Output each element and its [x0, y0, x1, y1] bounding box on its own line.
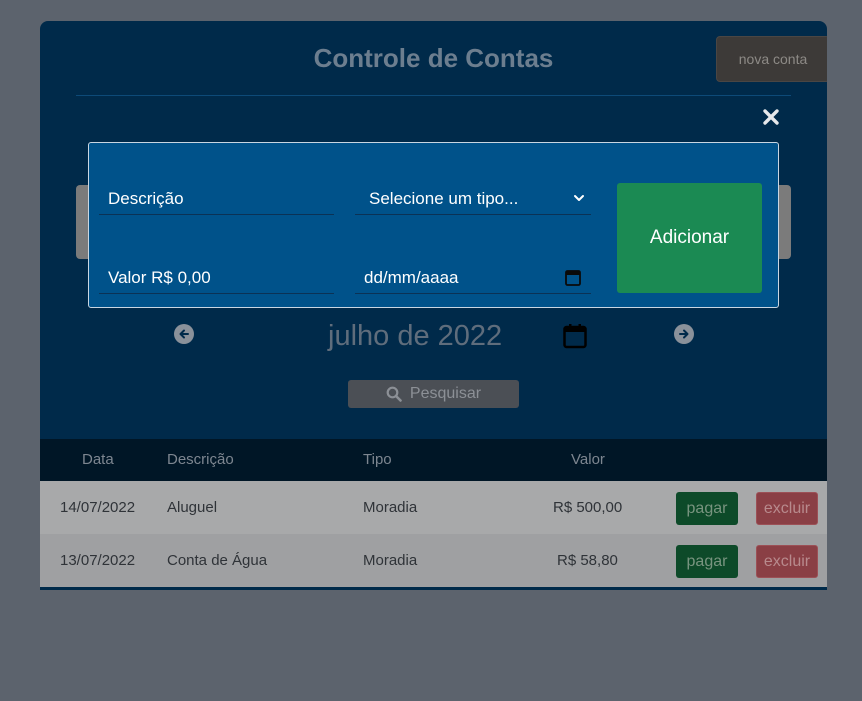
- arrow-right-icon[interactable]: [674, 324, 694, 344]
- date-input[interactable]: dd/mm/aaaa: [355, 262, 591, 294]
- row-date: 14/07/2022: [60, 499, 136, 516]
- type-select-value: Selecione um tipo...: [369, 188, 519, 208]
- calendar-icon[interactable]: [565, 268, 581, 286]
- table-header: Data Descrição Tipo Valor: [40, 439, 827, 481]
- current-month: julho de 2022: [328, 320, 503, 352]
- row-type: Moradia: [363, 552, 418, 569]
- column-value: Valor: [571, 451, 605, 468]
- delete-button[interactable]: excluir: [756, 492, 818, 525]
- table-row: 13/07/2022 Conta de Água Moradia R$ 58,8…: [40, 534, 827, 587]
- page-title: Controle de Contas: [313, 43, 554, 73]
- header: Controle de Contas nova conta: [76, 21, 827, 96]
- type-select[interactable]: Selecione um tipo...: [355, 183, 591, 215]
- column-type: Tipo: [363, 451, 392, 468]
- description-input[interactable]: Descrição: [99, 183, 334, 215]
- date-placeholder: dd/mm/aaaa: [364, 267, 459, 287]
- add-button[interactable]: Adicionar: [617, 183, 762, 293]
- search-label: Pesquisar: [409, 385, 482, 402]
- pay-button[interactable]: pagar: [676, 492, 738, 525]
- pay-button[interactable]: pagar: [676, 545, 738, 578]
- close-icon[interactable]: [761, 107, 781, 127]
- row-type: Moradia: [363, 499, 418, 516]
- row-description: Aluguel: [167, 499, 218, 516]
- search-icon: [386, 386, 402, 402]
- arrow-left-icon[interactable]: [174, 324, 194, 344]
- month-navigation: julho de 2022: [40, 317, 827, 357]
- value-input[interactable]: Valor R$ 0,00: [99, 262, 334, 294]
- table-row: 14/07/2022 Aluguel Moradia R$ 500,00 pag…: [40, 481, 827, 534]
- chevron-down-icon: [574, 195, 584, 201]
- value-placeholder: Valor R$ 0,00: [108, 267, 211, 287]
- row-value: R$ 500,00: [553, 499, 623, 516]
- row-description: Conta de Água: [167, 552, 268, 569]
- row-date: 13/07/2022: [60, 552, 136, 569]
- row-value: R$ 58,80: [557, 552, 618, 569]
- column-date: Data: [82, 451, 114, 468]
- new-account-modal: Descrição Selecione um tipo... Valor R$ …: [88, 142, 779, 308]
- calendar-icon[interactable]: [563, 323, 587, 349]
- description-placeholder: Descrição: [108, 188, 184, 208]
- column-description: Descrição: [167, 451, 234, 468]
- delete-button[interactable]: excluir: [756, 545, 818, 578]
- search-button[interactable]: Pesquisar: [348, 380, 519, 408]
- new-account-button[interactable]: nova conta: [716, 36, 827, 82]
